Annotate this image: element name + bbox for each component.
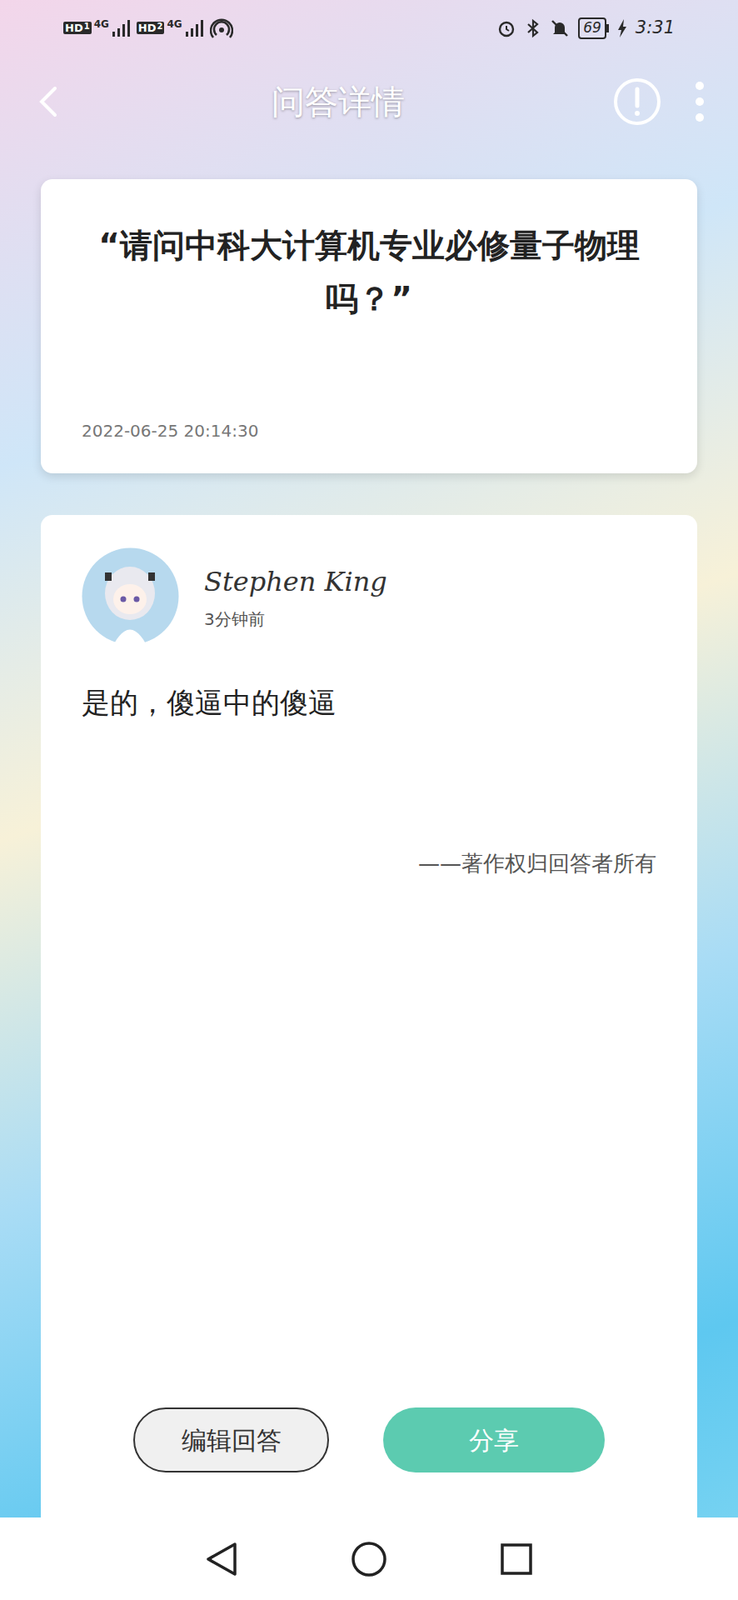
network-type: 4G bbox=[94, 19, 110, 30]
nav-bar bbox=[0, 1516, 738, 1600]
answer-time: 3分钟前 bbox=[204, 606, 388, 632]
hd-label: HD bbox=[138, 22, 157, 34]
back-triangle-icon[interactable] bbox=[204, 1540, 239, 1577]
hotspot-icon bbox=[209, 16, 234, 40]
author-name[interactable]: Stephen King bbox=[204, 561, 388, 602]
hd-label: HD bbox=[64, 22, 84, 34]
battery-icon: 69 bbox=[578, 17, 609, 40]
answer-card: Stephen King 3分钟前 是的，傻逼中的傻逼 ——著作权归回答者所有 … bbox=[40, 514, 698, 1517]
recents-square-icon[interactable] bbox=[499, 1541, 534, 1576]
sim-slot: 2 bbox=[157, 22, 164, 31]
clock: 3:31 bbox=[635, 14, 675, 42]
sim-slot: 1 bbox=[84, 22, 90, 31]
more-icon[interactable] bbox=[694, 80, 705, 123]
hd-badge: HD1 bbox=[63, 21, 92, 35]
charging-icon bbox=[617, 19, 628, 38]
sim-signal: HD24G bbox=[136, 19, 204, 38]
status-bar: HD14GHD24G 69 3:31 bbox=[0, 0, 738, 56]
avatar-icon[interactable] bbox=[81, 547, 180, 645]
signal-icon bbox=[111, 19, 130, 38]
header: 问答详情 bbox=[0, 55, 738, 148]
network-type: 4G bbox=[166, 19, 182, 30]
hd-badge: HD2 bbox=[136, 21, 165, 35]
back-icon[interactable] bbox=[33, 83, 64, 120]
edit-answer-button[interactable]: 编辑回答 bbox=[133, 1406, 330, 1472]
page-title: 问答详情 bbox=[271, 76, 405, 127]
mute-icon bbox=[549, 18, 570, 39]
answer-text: 是的，傻逼中的傻逼 bbox=[81, 681, 657, 724]
share-button[interactable]: 分享 bbox=[383, 1406, 605, 1472]
copyright-note: ——著作权归回答者所有 bbox=[81, 847, 657, 880]
report-icon[interactable] bbox=[613, 77, 662, 126]
question-text: “请问中科大计算机专业必修量子物理吗？” bbox=[81, 219, 657, 326]
battery-level: 69 bbox=[578, 17, 607, 40]
alarm-icon bbox=[496, 18, 517, 39]
bluetooth-icon bbox=[524, 18, 542, 39]
question-card: “请问中科大计算机专业必修量子物理吗？” 2022-06-25 20:14:30 bbox=[40, 179, 698, 474]
signal-icon bbox=[184, 19, 204, 38]
screen: HD14GHD24G 69 3:31 问答详情 “请问中科大计算机专业必修量子物… bbox=[0, 0, 738, 1600]
question-time: 2022-06-25 20:14:30 bbox=[81, 418, 657, 444]
home-circle-icon[interactable] bbox=[350, 1540, 388, 1577]
sim-signal: HD14G bbox=[63, 19, 130, 38]
